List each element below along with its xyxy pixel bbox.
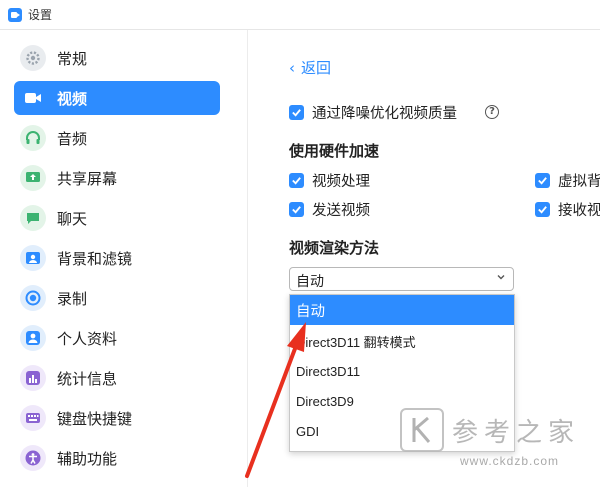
chevron-left-icon: ‹: [289, 58, 295, 77]
virtual-background-checkbox[interactable]: [535, 173, 550, 188]
sidebar-item-label: 常规: [57, 50, 88, 68]
render-option-d3d11-flip[interactable]: Direct3D11 翻转模式: [290, 326, 514, 356]
chat-bubble-icon: [20, 205, 46, 231]
send-video-label: 发送视频: [312, 203, 370, 219]
watermark-url: www.ckdzb.com: [460, 454, 560, 468]
sidebar-item-background-filters[interactable]: 背景和滤镜: [14, 241, 220, 275]
receive-video-checkbox[interactable]: [535, 202, 550, 217]
video-processing-checkbox[interactable]: [289, 173, 304, 188]
checkmark-icon: [292, 177, 301, 185]
sidebar-item-statistics[interactable]: 统计信息: [14, 361, 220, 395]
render-option-d3d11[interactable]: Direct3D11: [290, 356, 514, 386]
window-title: 设置: [28, 8, 53, 22]
checkmark-icon: [292, 206, 301, 214]
title-bar: 设置: [0, 0, 600, 30]
statistics-icon: [20, 365, 46, 391]
record-icon: [20, 285, 46, 311]
checkmark-icon: [292, 109, 301, 117]
back-label: 返回: [301, 59, 332, 77]
checkmark-icon: [538, 206, 547, 214]
back-button[interactable]: ‹ 返回: [289, 57, 331, 78]
virtual-background-label: 虚拟背: [558, 174, 600, 190]
watermark: 参考之家 www.ckdzb.com: [396, 406, 600, 487]
sidebar-item-chat[interactable]: 聊天: [14, 201, 220, 235]
sidebar-item-video[interactable]: 视频: [14, 81, 220, 115]
sidebar-item-label: 视频: [57, 90, 88, 108]
send-video-checkbox[interactable]: [289, 202, 304, 217]
accessibility-icon: [20, 445, 46, 471]
watermark-logo: [400, 408, 444, 452]
settings-sidebar: 常规 视频 音频 共享屏幕 聊天 背景和滤镜 录制 个人资料 统计信息 键盘快捷…: [0, 30, 248, 487]
sidebar-item-audio[interactable]: 音频: [14, 121, 220, 155]
sidebar-item-label: 共享屏幕: [57, 170, 118, 188]
sidebar-item-keyboard-shortcuts[interactable]: 键盘快捷键: [14, 401, 220, 435]
sidebar-item-recording[interactable]: 录制: [14, 281, 220, 315]
sidebar-item-profile[interactable]: 个人资料: [14, 321, 220, 355]
noise-optimization-checkbox[interactable]: [289, 105, 304, 120]
sidebar-item-label: 聊天: [57, 210, 88, 228]
user-profile-icon: [20, 325, 46, 351]
watermark-text: 参考之家: [452, 418, 581, 448]
hardware-acceleration-title: 使用硬件加速: [289, 142, 380, 160]
sidebar-item-label: 背景和滤镜: [57, 250, 133, 268]
render-method-title: 视频渲染方法: [289, 239, 380, 257]
sidebar-item-label: 音频: [57, 130, 88, 148]
sidebar-item-label: 个人资料: [57, 330, 118, 348]
video-camera-icon: [20, 85, 46, 111]
headphones-icon: [20, 125, 46, 151]
video-processing-label: 视频处理: [312, 174, 370, 190]
keyboard-icon: [20, 405, 46, 431]
checkmark-icon: [538, 177, 547, 185]
chevron-down-icon: [497, 275, 505, 280]
render-method-select[interactable]: 自动: [289, 267, 514, 291]
render-option-auto[interactable]: 自动: [290, 295, 514, 325]
sidebar-item-label: 辅助功能: [57, 450, 118, 468]
sidebar-item-label: 键盘快捷键: [57, 410, 133, 428]
receive-video-label: 接收视: [558, 203, 600, 219]
sidebar-item-label: 录制: [57, 290, 88, 308]
render-method-value: 自动: [296, 274, 324, 290]
gear-icon: [20, 45, 46, 71]
noise-optimization-label: 通过降噪优化视频质量: [312, 106, 457, 122]
sidebar-item-accessibility[interactable]: 辅助功能: [14, 441, 220, 475]
share-screen-icon: [20, 165, 46, 191]
help-icon[interactable]: ?: [485, 105, 499, 119]
sidebar-item-general[interactable]: 常规: [14, 41, 220, 75]
zoom-app-icon: [8, 7, 22, 22]
background-icon: [20, 245, 46, 271]
sidebar-item-share-screen[interactable]: 共享屏幕: [14, 161, 220, 195]
sidebar-item-label: 统计信息: [57, 370, 118, 388]
